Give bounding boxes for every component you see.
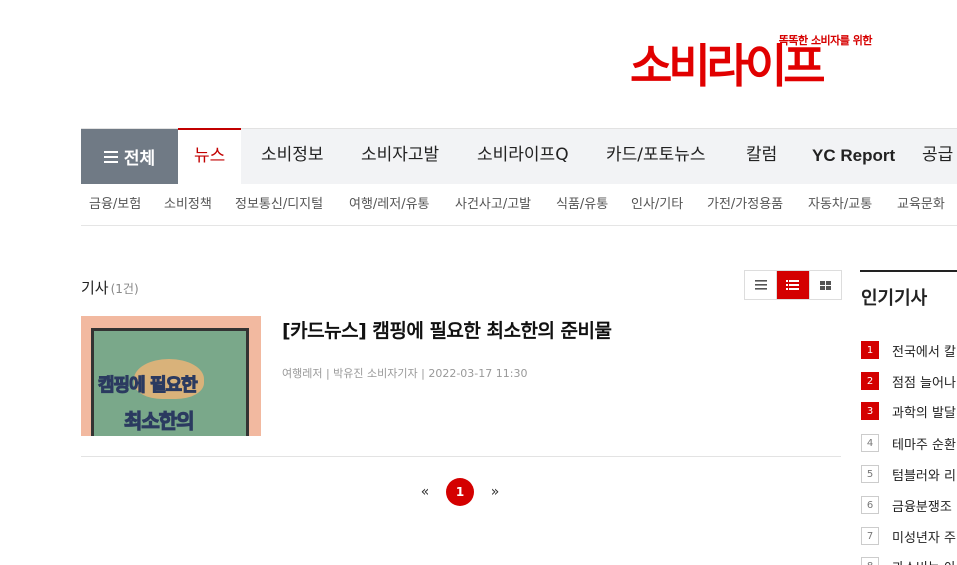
rank-badge: 4: [861, 434, 879, 452]
subnav-item[interactable]: 식품/유통: [556, 193, 608, 212]
view-mode-switcher: [744, 270, 842, 300]
subnav-item[interactable]: 금융/보험: [89, 193, 141, 212]
popular-item-title[interactable]: 과학의 발달: [892, 402, 956, 421]
nav-item-consumer-report[interactable]: 소비자고발: [361, 129, 439, 184]
nav-item-supply[interactable]: 공급: [922, 129, 953, 184]
popular-item-title[interactable]: 테마주 순환: [892, 434, 956, 453]
grid-icon: [819, 280, 831, 290]
popular-item[interactable]: 5 텀블러와 리: [861, 464, 956, 484]
thumbnail-image: 캠핑에 필요한 최소한의: [91, 328, 249, 436]
thumbnail-text-line1: 캠핑에 필요한: [98, 375, 199, 397]
sub-nav: 금융/보험 소비정책 정보통신/디지털 여행/레저/유통 사건사고/고발 식품/…: [81, 183, 957, 226]
subnav-item[interactable]: 자동차/교통: [808, 193, 872, 212]
popular-item[interactable]: 3 과학의 발달: [861, 401, 956, 421]
article-title[interactable]: [카드뉴스] 캠핑에 필요한 최소한의 준비물: [282, 316, 612, 343]
article-meta: 여행레저 | 박유진 소비자기자 | 2022-03-17 11:30: [282, 367, 528, 380]
popular-item-title[interactable]: 금융분쟁조: [892, 496, 952, 515]
popular-item-title[interactable]: 전국에서 칼: [892, 341, 956, 360]
popular-item[interactable]: 7 미성년자 주: [861, 526, 956, 546]
thumbnail-text-line2: 최소한의: [124, 409, 196, 434]
sidebar-top-rule: [860, 270, 957, 272]
popular-item[interactable]: 8 과소비는 아: [861, 556, 956, 565]
pagination: « 1 »: [418, 478, 502, 506]
list-icon: [754, 280, 767, 290]
nav-item-news[interactable]: 뉴스: [178, 128, 242, 185]
subnav-item[interactable]: 여행/레저/유통: [349, 193, 430, 212]
nav-item-column[interactable]: 칼럼: [746, 129, 777, 184]
section-title: 기사 (1건): [81, 277, 139, 298]
rank-badge: 2: [861, 372, 879, 390]
main-nav: 전체 뉴스 소비정보 소비자고발 소비라이프Q 카드/포토뉴스 칼럼 YC Re…: [81, 128, 957, 185]
popular-item[interactable]: 1 전국에서 칼: [861, 340, 956, 360]
subnav-item[interactable]: 교육문화: [897, 193, 945, 212]
subnav-item[interactable]: 가전/가정용품: [707, 193, 783, 212]
rank-badge: 3: [861, 402, 879, 420]
popular-item[interactable]: 6 금융분쟁조: [861, 495, 952, 515]
subnav-item[interactable]: 사건사고/고발: [455, 193, 531, 212]
list-view-button[interactable]: [745, 271, 778, 299]
nav-item-yc-report[interactable]: YC Report: [812, 129, 895, 184]
popular-articles: 인기기사 1 전국에서 칼 2 점점 늘어나 3 과학의 발달 4 테마주 순환 5 텀블…: [860, 270, 957, 565]
article-thumbnail[interactable]: 캠핑에 필요한 최소한의: [81, 316, 261, 436]
rank-badge: 7: [861, 527, 879, 545]
all-menu-button[interactable]: 전체: [81, 129, 178, 184]
section-title-label: 기사: [81, 279, 109, 297]
popular-item-title[interactable]: 점점 늘어나: [892, 372, 956, 391]
grid-view-button[interactable]: [810, 271, 841, 299]
rank-badge: 8: [861, 557, 879, 565]
nav-item-consumer-info[interactable]: 소비정보: [261, 129, 324, 184]
hamburger-icon: [103, 150, 118, 163]
popular-articles-title: 인기기사: [861, 288, 928, 309]
rank-badge: 6: [861, 496, 879, 514]
logo-name: 소비라이프: [630, 39, 826, 93]
subnav-item[interactable]: 소비정책: [164, 193, 212, 212]
detail-list-view-button[interactable]: [777, 271, 810, 299]
popular-item-title[interactable]: 미성년자 주: [892, 527, 956, 546]
popular-item-title[interactable]: 텀블러와 리: [892, 465, 956, 484]
subnav-item[interactable]: 정보통신/디지털: [235, 193, 323, 212]
popular-item[interactable]: 2 점점 늘어나: [861, 371, 956, 391]
next-page-button[interactable]: »: [488, 484, 502, 500]
nav-item-sobilife-q[interactable]: 소비라이프Q: [477, 129, 569, 184]
prev-page-button[interactable]: «: [418, 484, 432, 500]
popular-item-title[interactable]: 과소비는 아: [892, 557, 956, 565]
rank-badge: 5: [861, 465, 879, 483]
site-logo[interactable]: 똑똑한 소비자를 위한 소비라이프: [630, 30, 873, 96]
detail-list-icon: [786, 280, 800, 290]
list-divider: [81, 456, 841, 457]
subnav-item[interactable]: 인사/기타: [631, 193, 683, 212]
nav-item-card-photo-news[interactable]: 카드/포토뉴스: [606, 129, 706, 184]
all-menu-label: 전체: [123, 149, 156, 169]
article-count: (1건): [110, 282, 139, 296]
rank-badge: 1: [861, 341, 879, 359]
popular-item[interactable]: 4 테마주 순환: [861, 433, 956, 453]
current-page[interactable]: 1: [446, 478, 474, 506]
